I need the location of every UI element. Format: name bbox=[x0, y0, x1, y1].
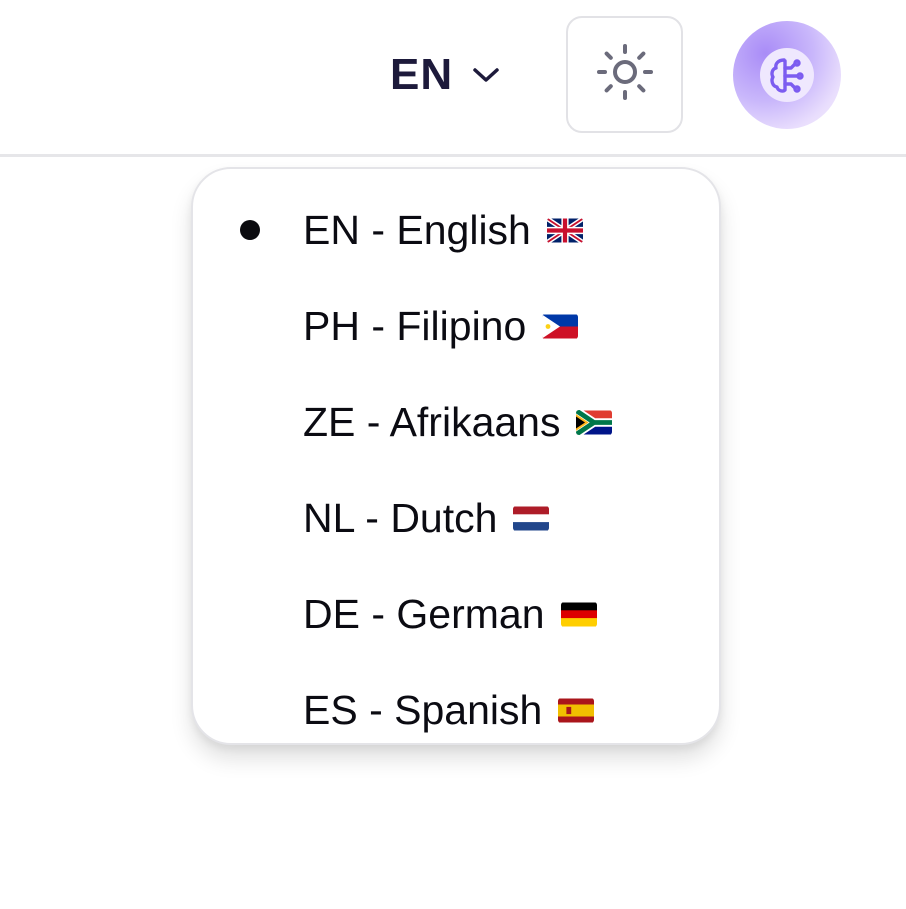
language-option-afrikaans[interactable]: ZE - Afrikaans bbox=[193, 387, 719, 457]
language-option-spanish[interactable]: ES - Spanish bbox=[193, 675, 719, 743]
top-bar: EN bbox=[0, 0, 906, 157]
language-option-english[interactable]: EN - English bbox=[193, 195, 719, 265]
language-selector[interactable]: EN bbox=[390, 40, 501, 110]
flag-netherlands-icon bbox=[513, 506, 550, 531]
selected-bullet-icon bbox=[240, 220, 260, 240]
language-option-dutch[interactable]: NL - Dutch bbox=[193, 483, 719, 553]
sun-icon bbox=[596, 43, 654, 106]
language-option-label: EN - English bbox=[303, 206, 531, 253]
chevron-down-icon bbox=[471, 65, 501, 85]
language-option-filipino[interactable]: PH - Filipino bbox=[193, 291, 719, 361]
current-language-code: EN bbox=[390, 50, 454, 99]
brain-icon bbox=[760, 48, 814, 102]
flag-united-kingdom-icon bbox=[546, 217, 583, 243]
language-option-label: ES - Spanish bbox=[303, 686, 543, 733]
language-option-label: ZE - Afrikaans bbox=[303, 398, 561, 445]
flag-south-africa-icon bbox=[576, 409, 613, 435]
flag-spain-icon bbox=[558, 698, 595, 723]
flag-philippines-icon bbox=[542, 314, 579, 339]
theme-toggle-button[interactable] bbox=[566, 16, 683, 133]
language-option-german[interactable]: DE - German bbox=[193, 579, 719, 649]
language-option-label: DE - German bbox=[303, 590, 545, 637]
language-option-label: NL - Dutch bbox=[303, 494, 498, 541]
user-avatar[interactable] bbox=[733, 21, 841, 129]
language-option-label: PH - Filipino bbox=[303, 302, 527, 349]
language-dropdown-menu: EN - English PH - Filipino ZE - Afrikaan… bbox=[191, 167, 721, 745]
flag-germany-icon bbox=[560, 602, 597, 627]
